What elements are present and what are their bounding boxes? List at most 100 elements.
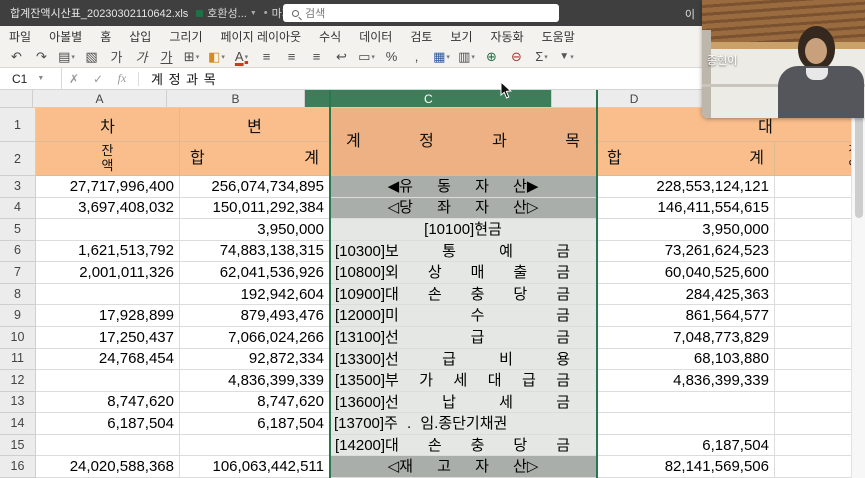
- cell-D15[interactable]: 6,187,504: [597, 435, 775, 457]
- row-header-13[interactable]: 13: [0, 392, 36, 414]
- align-left-icon[interactable]: ≡: [254, 46, 279, 68]
- cell-D14[interactable]: [597, 413, 775, 435]
- name-box[interactable]: C1 ▼: [0, 68, 62, 89]
- row-header-12[interactable]: 12: [0, 370, 36, 392]
- cell-A4[interactable]: 3,697,408,032: [36, 198, 180, 220]
- paste-icon[interactable]: ▤▾: [54, 46, 79, 68]
- cell-A2[interactable]: 잔액: [36, 142, 180, 176]
- cell-B14[interactable]: 6,187,504: [180, 413, 330, 435]
- menu-item-4[interactable]: 그리기: [160, 28, 211, 45]
- insert-function-icon[interactable]: fx: [110, 71, 134, 86]
- cell-B9[interactable]: 879,493,476: [180, 305, 330, 327]
- row-header-10[interactable]: 10: [0, 327, 36, 349]
- menu-item-0[interactable]: 파일: [0, 28, 40, 45]
- cell-C4[interactable]: ◁당 좌 자 산▷: [330, 198, 597, 220]
- formula-input[interactable]: 계 정 과 목: [151, 69, 217, 88]
- cell-D4[interactable]: 146,411,554,615: [597, 198, 775, 220]
- row-header-15[interactable]: 15: [0, 435, 36, 457]
- cell-D11[interactable]: 68,103,880: [597, 349, 775, 371]
- cell-B7[interactable]: 62,041,536,926: [180, 262, 330, 284]
- cell-B10[interactable]: 7,066,024,266: [180, 327, 330, 349]
- cell-C13[interactable]: [13600]선 납 세 금: [330, 392, 597, 414]
- cancel-icon[interactable]: ✗: [62, 72, 86, 86]
- cell-C10[interactable]: [13100]선 급 금: [330, 327, 597, 349]
- cell-A11[interactable]: 24,768,454: [36, 349, 180, 371]
- cell-A15[interactable]: [36, 435, 180, 457]
- cell-C7[interactable]: [10800]외 상 매 출 금: [330, 262, 597, 284]
- cell-C1-merged-selected[interactable]: 계 정 과 목: [330, 108, 597, 176]
- cell-D12[interactable]: 4,836,399,339: [597, 370, 775, 392]
- cell-B2[interactable]: 합 계: [180, 142, 330, 176]
- menu-item-9[interactable]: 보기: [441, 28, 481, 45]
- format-painter-icon[interactable]: ▧: [79, 46, 104, 68]
- cell-C9[interactable]: [12000]미 수 금: [330, 305, 597, 327]
- row-header-1[interactable]: 1: [0, 108, 36, 142]
- cell-B6[interactable]: 74,883,138,315: [180, 241, 330, 263]
- undo-icon[interactable]: ↶: [4, 46, 29, 68]
- sort-filter-icon[interactable]: ▼▾: [554, 46, 579, 68]
- row-header-14[interactable]: 14: [0, 413, 36, 435]
- row-header-4[interactable]: 4: [0, 198, 36, 220]
- align-center-icon[interactable]: ≡: [279, 46, 304, 68]
- fill-color-icon[interactable]: ◧▾: [204, 46, 229, 68]
- enter-icon[interactable]: ✓: [86, 72, 110, 86]
- row-header-2[interactable]: 2: [0, 142, 36, 176]
- menu-item-3[interactable]: 삽입: [120, 28, 160, 45]
- search-box[interactable]: 검색: [283, 4, 559, 22]
- cell-D10[interactable]: 7,048,773,829: [597, 327, 775, 349]
- cell-C5[interactable]: [10100]현금: [330, 219, 597, 241]
- cell-D7[interactable]: 60,040,525,600: [597, 262, 775, 284]
- compatibility-mode-chip[interactable]: 호환성...: [207, 5, 247, 21]
- cell-D5[interactable]: 3,950,000: [597, 219, 775, 241]
- row-header-7[interactable]: 7: [0, 262, 36, 284]
- menu-item-6[interactable]: 수식: [310, 28, 350, 45]
- cell-A9[interactable]: 17,928,899: [36, 305, 180, 327]
- percent-style-icon[interactable]: %: [379, 46, 404, 68]
- row-header-11[interactable]: 11: [0, 349, 36, 371]
- row-header-5[interactable]: 5: [0, 219, 36, 241]
- cell-B15[interactable]: [180, 435, 330, 457]
- cell-C14[interactable]: [13700]주 . 임.종단기채권: [330, 413, 597, 435]
- cell-A8[interactable]: [36, 284, 180, 306]
- autosum-icon[interactable]: Σ▾: [529, 46, 554, 68]
- menu-item-10[interactable]: 자동화: [482, 28, 533, 45]
- menu-item-1[interactable]: 아볼별: [40, 28, 91, 45]
- cell-B1[interactable]: 변: [180, 108, 330, 142]
- row-header-8[interactable]: 8: [0, 284, 36, 306]
- row-header-9[interactable]: 9: [0, 305, 36, 327]
- bold-icon[interactable]: 가: [104, 46, 129, 68]
- cell-C3[interactable]: ◀유 동 자 산▶: [330, 176, 597, 198]
- cell-D3[interactable]: 228,553,124,121: [597, 176, 775, 198]
- merge-cells-icon[interactable]: ▭▾: [354, 46, 379, 68]
- cell-B11[interactable]: 92,872,334: [180, 349, 330, 371]
- column-header-B[interactable]: B: [167, 90, 306, 108]
- cell-C15[interactable]: [14200]대 손 충 당 금: [330, 435, 597, 457]
- menu-item-5[interactable]: 페이지 레이아웃: [211, 28, 310, 45]
- cell-D9[interactable]: 861,564,577: [597, 305, 775, 327]
- cell-A3[interactable]: 27,717,996,400: [36, 176, 180, 198]
- cell-C11[interactable]: [13300]선 급 비 용: [330, 349, 597, 371]
- cell-D8[interactable]: 284,425,363: [597, 284, 775, 306]
- cell-B5[interactable]: 3,950,000: [180, 219, 330, 241]
- menu-item-11[interactable]: 도움말: [533, 28, 584, 45]
- cell-A5[interactable]: [36, 219, 180, 241]
- row-header-6[interactable]: 6: [0, 241, 36, 263]
- cell-A16[interactable]: 24,020,588,368: [36, 456, 180, 478]
- cell-B8[interactable]: 192,942,604: [180, 284, 330, 306]
- cell-A12[interactable]: [36, 370, 180, 392]
- cell-B16[interactable]: 106,063,442,511: [180, 456, 330, 478]
- cell-A6[interactable]: 1,621,513,792: [36, 241, 180, 263]
- cell-A14[interactable]: 6,187,504: [36, 413, 180, 435]
- cell-C6[interactable]: [10300]보 통 예 금: [330, 241, 597, 263]
- cell-D13[interactable]: [597, 392, 775, 414]
- font-color-icon[interactable]: A▾: [229, 46, 254, 68]
- delete-cells-icon[interactable]: ⊖: [504, 46, 529, 68]
- cell-C8[interactable]: [10900]대 손 충 당 금: [330, 284, 597, 306]
- wrap-text-icon[interactable]: ↩: [329, 46, 354, 68]
- conditional-formatting-icon[interactable]: ▦▾: [429, 46, 454, 68]
- column-header-A[interactable]: A: [33, 90, 166, 108]
- align-right-icon[interactable]: ≡: [304, 46, 329, 68]
- cell-B12[interactable]: 4,836,399,339: [180, 370, 330, 392]
- cell-C16[interactable]: ◁재 고 자 산▷: [330, 456, 597, 478]
- comma-style-icon[interactable]: ,: [404, 46, 429, 68]
